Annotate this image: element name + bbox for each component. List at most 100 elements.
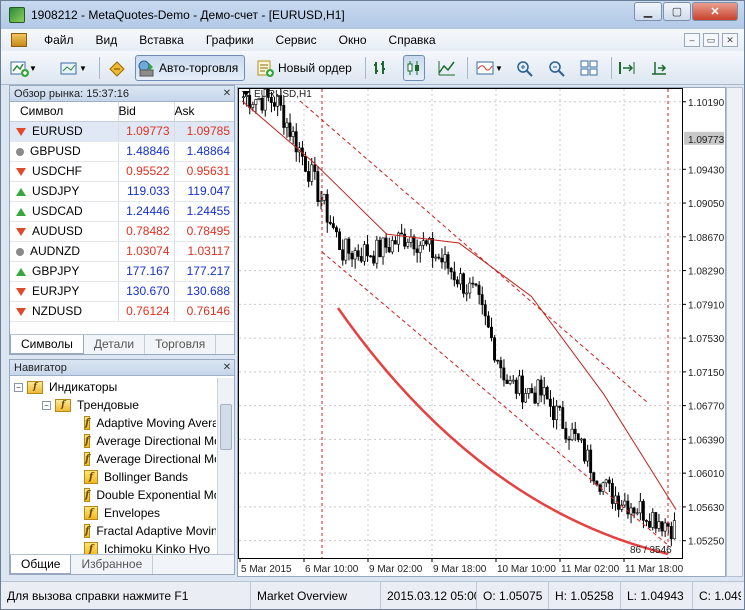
- ask-value: 1.03117: [173, 241, 234, 262]
- profiles-button[interactable]: ▼: [59, 55, 87, 81]
- navigator-indicator-item[interactable]: f Bollinger Bands: [84, 468, 216, 486]
- menu-tools[interactable]: Сервис: [265, 29, 328, 51]
- market-watch-row[interactable]: AUDNZD 1.03074 1.03117: [10, 241, 234, 262]
- bid-value: 1.24446: [117, 201, 174, 222]
- metaeditor-button[interactable]: [107, 55, 127, 81]
- candle-body: [576, 433, 580, 440]
- bid-value: 0.76124: [117, 301, 174, 322]
- zoom-in-button[interactable]: [515, 55, 535, 81]
- close-icon[interactable]: ✕: [220, 360, 234, 375]
- collapse-icon[interactable]: −: [14, 382, 23, 392]
- candle-body: [589, 449, 593, 473]
- tile-windows-button[interactable]: [579, 55, 599, 81]
- market-watch-row[interactable]: EURJPY 130.670 130.688: [10, 281, 234, 302]
- navigator-indicator-item[interactable]: f Envelopes: [84, 504, 216, 522]
- navigator-indicator-item[interactable]: fDouble Exponential Moving Average: [84, 486, 216, 504]
- tree-group-trend[interactable]: − f Трендовые: [42, 396, 139, 414]
- arrow-down-icon: [16, 307, 26, 316]
- market-watch-row[interactable]: GBPUSD 1.48846 1.48864: [10, 141, 234, 162]
- market-watch-row[interactable]: USDCAD 1.24446 1.24455: [10, 201, 234, 222]
- autoscroll-button[interactable]: [649, 55, 669, 81]
- ask-value: 1.24455: [173, 201, 234, 222]
- autotrade-button[interactable]: Авто-торговля: [135, 55, 246, 81]
- price-axis-label: 1.06010: [688, 469, 725, 480]
- candle-body: [285, 122, 289, 128]
- menu-view[interactable]: Вид: [85, 29, 129, 51]
- tab-details[interactable]: Детали: [84, 335, 146, 354]
- ask-value: 1.48864: [173, 141, 234, 162]
- mdi-restore-button[interactable]: ▭: [703, 33, 719, 47]
- tab-common[interactable]: Общие: [10, 555, 72, 574]
- collapse-icon[interactable]: −: [42, 400, 51, 410]
- candle-body: [325, 194, 329, 223]
- chart-window[interactable]: 1.10190 1.09773 1.09430 1.09050 1.08670 1.082…: [237, 84, 726, 577]
- navigator-indicator-item[interactable]: fAdaptive Moving Average: [84, 414, 216, 432]
- new-chart-button[interactable]: ▼: [9, 55, 37, 81]
- market-watch-row[interactable]: NZDUSD 0.76124 0.76146: [10, 301, 234, 322]
- candle-body: [369, 255, 372, 258]
- market-watch-row[interactable]: USDCHF 0.95522 0.95631: [10, 161, 234, 182]
- arrow-up-icon: [16, 187, 26, 196]
- new-order-button[interactable]: Новый ордер: [255, 55, 356, 81]
- line-chart-button[interactable]: [437, 55, 457, 81]
- market-watch-row[interactable]: GBPJPY 177.167 177.217: [10, 261, 234, 282]
- zoom-out-button[interactable]: [547, 55, 567, 81]
- navigator-scrollbar[interactable]: [217, 378, 234, 554]
- candle-body: [400, 232, 403, 235]
- menu-file[interactable]: Файл: [33, 29, 85, 51]
- candlestick-button[interactable]: [403, 55, 425, 81]
- minimize-button[interactable]: ▁: [634, 2, 662, 21]
- ask-value: 1.09785: [173, 121, 234, 142]
- chart-shift-button[interactable]: [617, 55, 637, 81]
- tab-favorites[interactable]: Избранное: [71, 555, 154, 574]
- candle-body: [561, 407, 565, 429]
- status-open: O: 1.05075: [477, 582, 549, 609]
- bar-chart-button[interactable]: [371, 55, 391, 81]
- navigator-indicator-item[interactable]: fAverage Directional Movement Index Wild…: [84, 450, 216, 468]
- tile-windows-icon: [579, 59, 599, 77]
- market-watch-row[interactable]: USDJPY 119.033 119.047: [10, 181, 234, 202]
- column-symbol[interactable]: Символ: [10, 102, 118, 122]
- menu-insert[interactable]: Вставка: [128, 29, 195, 51]
- tab-trading[interactable]: Торговля: [145, 335, 217, 354]
- indicators-button[interactable]: ▼: [475, 55, 503, 81]
- menu-charts[interactable]: Графики: [195, 29, 265, 51]
- column-bid[interactable]: Bid: [117, 102, 174, 122]
- mdi-minimize-button[interactable]: –: [684, 33, 700, 47]
- price-chart[interactable]: 1.10190 1.09773 1.09430 1.09050 1.08670 1.082…: [238, 84, 725, 576]
- candle-body: [644, 520, 648, 522]
- navigator-tabs: Общие Избранное: [10, 554, 234, 574]
- status-low: L: 1.04943: [621, 582, 693, 609]
- tab-symbols[interactable]: Символы: [10, 335, 84, 354]
- navigator-indicator-item[interactable]: fAverage Directional Movement Index: [84, 432, 216, 450]
- symbol-name: USDCHF: [32, 164, 82, 178]
- column-ask[interactable]: Ask: [173, 102, 234, 122]
- close-icon[interactable]: ✕: [220, 86, 234, 101]
- market-watch-row[interactable]: EURUSD 1.09773 1.09785: [10, 121, 234, 142]
- maximize-button[interactable]: ▢: [663, 2, 691, 21]
- candle-body: [524, 393, 527, 403]
- time-axis-label: 9 Mar 18:00: [433, 564, 487, 575]
- close-button[interactable]: ✕: [692, 2, 738, 21]
- navigator-header: Навигатор ✕: [10, 360, 234, 376]
- candle-body: [465, 292, 469, 295]
- menu-window[interactable]: Окно: [328, 29, 378, 51]
- menu-help[interactable]: Справка: [378, 29, 447, 51]
- neutral-dot-icon: [16, 247, 24, 256]
- menu-bar: Файл Вид Вставка Графики Сервис Окно Спр…: [1, 29, 744, 51]
- candle-body: [514, 379, 518, 394]
- tree-root-indicators[interactable]: − f Индикаторы: [14, 378, 117, 396]
- candle-body: [387, 247, 391, 253]
- zoom-out-icon: [547, 59, 567, 77]
- chart-scrollbar[interactable]: [726, 87, 743, 577]
- mdi-close-button[interactable]: ✕: [722, 33, 738, 47]
- market-watch-row[interactable]: AUDUSD 0.78482 0.78495: [10, 221, 234, 242]
- candle-body: [564, 428, 568, 440]
- navigator-indicator-item[interactable]: fFractal Adaptive Moving Average: [84, 522, 216, 540]
- autoscroll-icon: [649, 59, 669, 77]
- symbol-name: AUDUSD: [32, 224, 83, 238]
- candle-body: [384, 237, 388, 248]
- title-bar[interactable]: 1908212 - MetaQuotes-Demo - Демо-счет - …: [1, 1, 744, 29]
- chart-window-icon[interactable]: [11, 33, 27, 47]
- scrollbar-thumb[interactable]: [220, 404, 232, 450]
